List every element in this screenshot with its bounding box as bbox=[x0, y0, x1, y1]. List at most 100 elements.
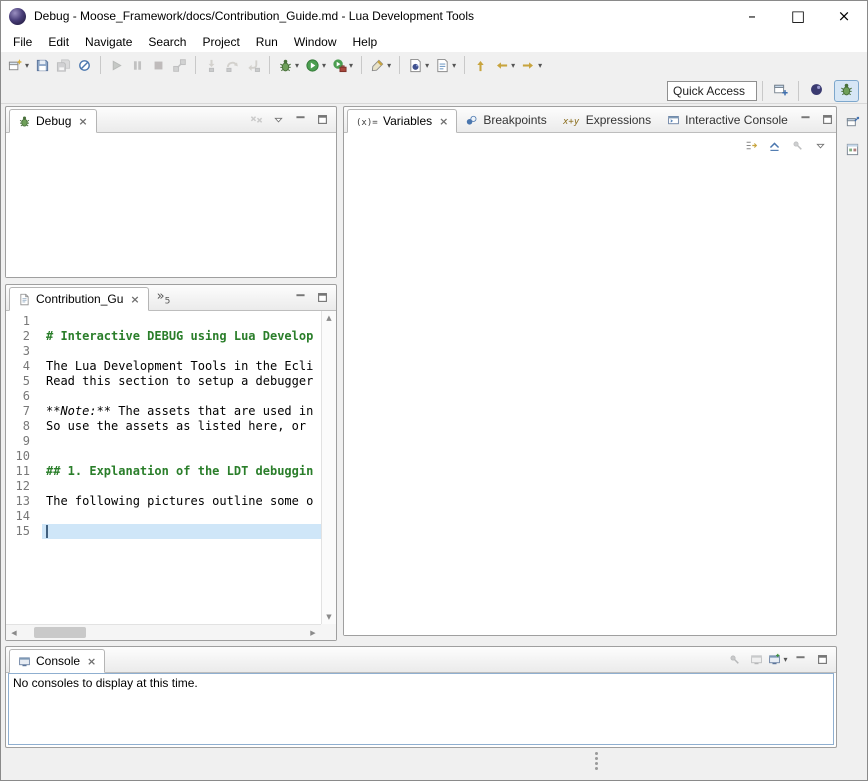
code-area[interactable]: 12# Interactive DEBUG using Lua Develop3… bbox=[6, 311, 321, 624]
menu-help[interactable]: Help bbox=[345, 33, 386, 51]
skip-all-breakpoints-button[interactable] bbox=[74, 54, 95, 76]
menu-search[interactable]: Search bbox=[140, 33, 194, 51]
debug-maximize-button[interactable] bbox=[312, 110, 332, 130]
debug-button[interactable]: ▾ bbox=[275, 54, 302, 76]
maximize-button[interactable]: □ bbox=[775, 1, 821, 31]
menu-file[interactable]: File bbox=[5, 33, 40, 51]
debug-perspective-button[interactable] bbox=[834, 80, 859, 102]
tab-breakpoints[interactable]: Breakpoints bbox=[457, 108, 554, 132]
step-return-button[interactable] bbox=[243, 54, 264, 76]
variables-maximize-button[interactable] bbox=[818, 110, 838, 130]
debug-view-content[interactable] bbox=[6, 133, 336, 277]
debug-minimize-button[interactable] bbox=[290, 110, 310, 130]
dropdown-arrow-icon[interactable]: ▾ bbox=[387, 61, 391, 70]
save-button[interactable] bbox=[32, 54, 53, 76]
console-content[interactable]: No consoles to display at this time. bbox=[8, 673, 834, 745]
close-tab-icon[interactable]: × bbox=[130, 293, 139, 306]
save-all-button[interactable] bbox=[53, 54, 74, 76]
open-perspective-button[interactable] bbox=[768, 80, 793, 102]
menu-window[interactable]: Window bbox=[286, 33, 345, 51]
scroll-up-icon[interactable]: ▲ bbox=[326, 314, 331, 322]
suspend-button[interactable] bbox=[127, 54, 148, 76]
resume-button[interactable] bbox=[106, 54, 127, 76]
editor-horizontal-scrollbar[interactable]: ◀ ▶ bbox=[6, 624, 321, 640]
menu-project[interactable]: Project bbox=[194, 33, 247, 51]
variables-minimize-button[interactable] bbox=[796, 110, 816, 130]
dropdown-arrow-icon[interactable]: ▾ bbox=[452, 61, 456, 70]
menu-edit[interactable]: Edit bbox=[40, 33, 77, 51]
external-tools-button[interactable]: ▾ bbox=[329, 54, 356, 76]
close-tab-icon[interactable]: × bbox=[87, 655, 96, 668]
tab-variables[interactable]: (x)=Variables× bbox=[347, 109, 457, 133]
last-edit-location-button[interactable] bbox=[470, 54, 491, 76]
tab-debug[interactable]: Debug × bbox=[9, 109, 97, 133]
minimized-view-palette-button[interactable] bbox=[841, 138, 863, 160]
editor-line-3[interactable]: 3 bbox=[6, 344, 321, 359]
scroll-right-icon[interactable]: ▶ bbox=[305, 629, 321, 637]
sash-gripper[interactable] bbox=[592, 752, 600, 776]
editor-line-12[interactable]: 12 bbox=[6, 479, 321, 494]
disconnect-button[interactable] bbox=[169, 54, 190, 76]
display-selected-console-button[interactable] bbox=[746, 650, 766, 670]
editor-line-14[interactable]: 14 bbox=[6, 509, 321, 524]
editor-line-11[interactable]: 11## 1. Explanation of the LDT debuggin bbox=[6, 464, 321, 479]
show-logical-structure-button[interactable] bbox=[741, 135, 761, 155]
menu-navigate[interactable]: Navigate bbox=[77, 33, 140, 51]
pin-console-button[interactable] bbox=[724, 650, 744, 670]
close-tab-icon[interactable]: × bbox=[439, 115, 448, 128]
editor-minimize-button[interactable] bbox=[290, 288, 310, 308]
lua-perspective-button[interactable] bbox=[804, 80, 829, 102]
console-minimize-button[interactable] bbox=[790, 650, 810, 670]
collapse-all-button[interactable] bbox=[764, 135, 784, 155]
hscroll-thumb[interactable] bbox=[34, 627, 86, 638]
dropdown-arrow-icon[interactable]: ▾ bbox=[322, 61, 326, 70]
editor-line-10[interactable]: 10 bbox=[6, 449, 321, 464]
editor-line-5[interactable]: 5Read this section to setup a debugger bbox=[6, 374, 321, 389]
editor-line-9[interactable]: 9 bbox=[6, 434, 321, 449]
scroll-down-icon[interactable]: ▼ bbox=[326, 613, 331, 621]
editor-content[interactable]: 12# Interactive DEBUG using Lua Develop3… bbox=[6, 311, 336, 640]
new-wizard-button[interactable]: ▾ bbox=[5, 54, 32, 76]
editor-line-4[interactable]: 4The Lua Development Tools in the Ecli bbox=[6, 359, 321, 374]
dropdown-arrow-icon[interactable]: ▾ bbox=[349, 61, 353, 70]
editor-line-7[interactable]: 7**Note:** The assets that are used in bbox=[6, 404, 321, 419]
new-lua-file-button[interactable]: ▾ bbox=[432, 54, 459, 76]
scroll-left-icon[interactable]: ◀ bbox=[6, 629, 22, 637]
dropdown-arrow-icon[interactable]: ▾ bbox=[538, 61, 542, 70]
step-into-button[interactable] bbox=[201, 54, 222, 76]
close-button[interactable]: × bbox=[821, 1, 867, 31]
dropdown-arrow-icon[interactable]: ▾ bbox=[425, 61, 429, 70]
dropdown-arrow-icon[interactable]: ▾ bbox=[295, 61, 299, 70]
editor-line-6[interactable]: 6 bbox=[6, 389, 321, 404]
remove-all-terminated-button[interactable] bbox=[246, 110, 266, 130]
open-console-button[interactable]: ▾ bbox=[768, 650, 788, 670]
forward-button[interactable]: ▾ bbox=[518, 54, 545, 76]
console-maximize-button[interactable] bbox=[812, 650, 832, 670]
debug-view-menu-button[interactable] bbox=[268, 110, 288, 130]
variables-view-content[interactable] bbox=[344, 157, 836, 635]
tab-expressions[interactable]: x+yExpressions bbox=[555, 108, 659, 132]
editor-vertical-scrollbar[interactable]: ▲ ▼ bbox=[321, 311, 336, 624]
back-button[interactable]: ▾ bbox=[491, 54, 518, 76]
step-over-button[interactable] bbox=[222, 54, 243, 76]
editor-line-13[interactable]: 13The following pictures outline some o bbox=[6, 494, 321, 509]
close-tab-icon[interactable]: × bbox=[78, 115, 87, 128]
variables-view-menu-button[interactable] bbox=[810, 135, 830, 155]
terminate-button[interactable] bbox=[148, 54, 169, 76]
mark-occurrences-button[interactable]: ▾ bbox=[367, 54, 394, 76]
tab-editor-contribution-guide[interactable]: Contribution_Gu × bbox=[9, 287, 149, 311]
editor-maximize-button[interactable] bbox=[312, 288, 332, 308]
hscroll-track[interactable] bbox=[22, 625, 305, 640]
new-lua-module-button[interactable]: ▾ bbox=[405, 54, 432, 76]
dropdown-arrow-icon[interactable]: ▾ bbox=[25, 61, 29, 70]
tab-console[interactable]: Console × bbox=[9, 649, 105, 673]
menu-run[interactable]: Run bbox=[248, 33, 286, 51]
dropdown-arrow-icon[interactable]: ▾ bbox=[511, 61, 515, 70]
editor-line-2[interactable]: 2# Interactive DEBUG using Lua Develop bbox=[6, 329, 321, 344]
run-button[interactable]: ▾ bbox=[302, 54, 329, 76]
hidden-editors-chevron[interactable]: »5 bbox=[149, 289, 179, 307]
pin-view-button[interactable] bbox=[787, 135, 807, 155]
minimize-button[interactable]: – bbox=[729, 1, 775, 31]
editor-line-8[interactable]: 8So use the assets as listed here, or bbox=[6, 419, 321, 434]
editor-line-15[interactable]: 15 bbox=[6, 524, 321, 539]
